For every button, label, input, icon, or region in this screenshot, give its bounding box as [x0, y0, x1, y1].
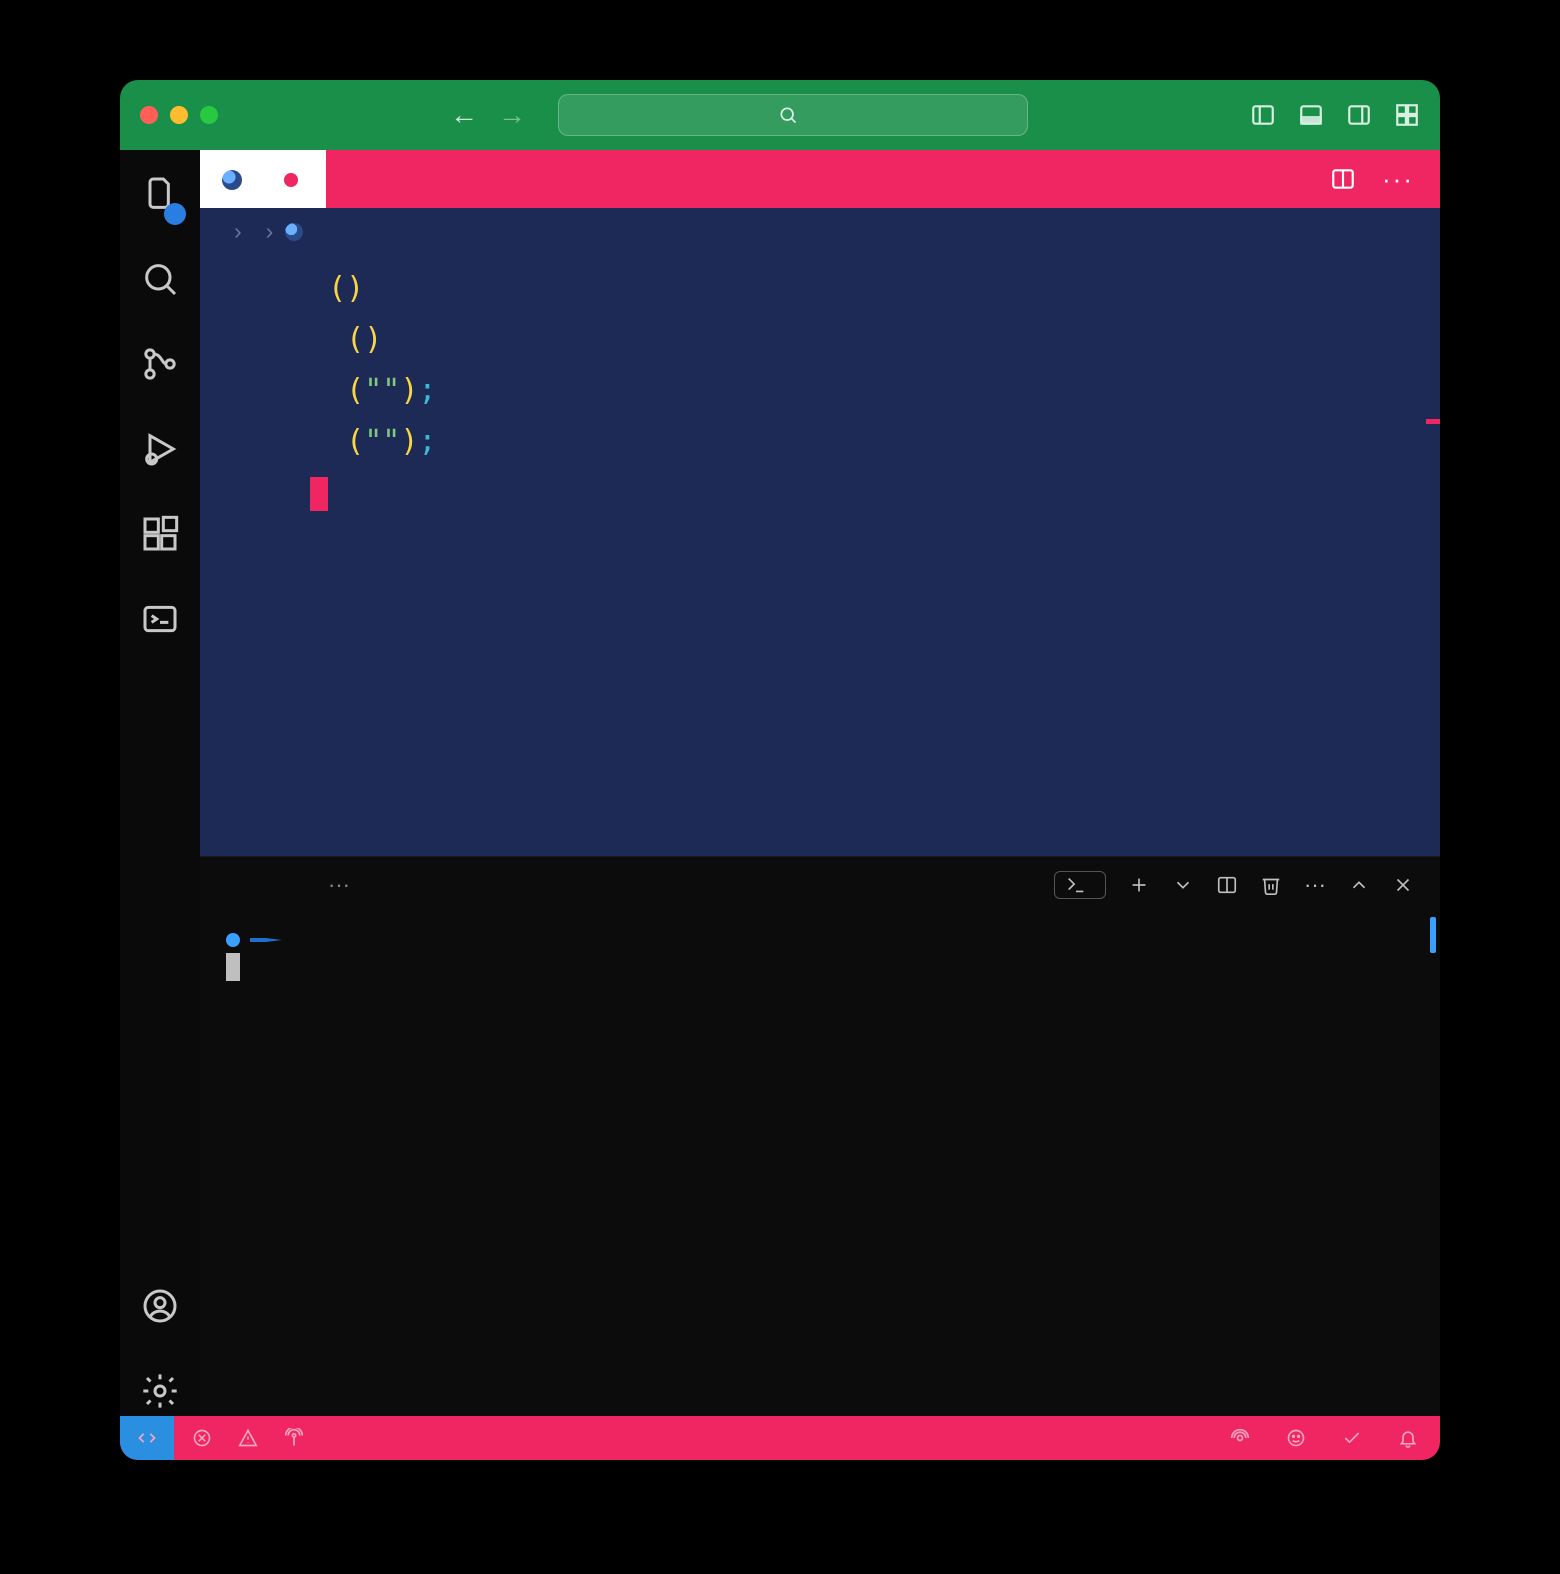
terminal-panel-icon[interactable] [140, 599, 180, 644]
vscode-window: ← → [120, 80, 1440, 1460]
prompt-path [250, 938, 282, 942]
more-panels-icon[interactable]: ··· [328, 872, 350, 898]
editor-group: ··· › › [200, 150, 1440, 1416]
code-content[interactable]: () () (""); (""); [310, 263, 1440, 856]
terminal-scrollbar[interactable] [1430, 917, 1436, 953]
command-center[interactable] [558, 94, 1028, 136]
trash-icon[interactable] [1260, 874, 1282, 896]
source-control-icon[interactable] [140, 344, 180, 389]
activity-bar [120, 150, 200, 1416]
status-warnings[interactable] [238, 1428, 264, 1448]
breadcrumb[interactable]: › › [200, 208, 1440, 255]
search-icon[interactable] [140, 259, 180, 304]
close-panel-icon[interactable] [1392, 874, 1414, 896]
lua-file-icon [285, 223, 303, 241]
terminal-shell-indicator[interactable] [1054, 871, 1106, 899]
more-actions-icon[interactable]: ··· [1382, 164, 1414, 195]
bottom-panel: ··· ··· [200, 856, 1440, 1416]
title-actions [1250, 102, 1420, 128]
explorer-icon[interactable] [140, 174, 180, 219]
settings-gear-icon[interactable] [140, 1371, 180, 1416]
extensions-icon[interactable] [140, 514, 180, 559]
explorer-badge [164, 203, 186, 225]
remote-indicator[interactable] [120, 1416, 174, 1460]
close-window-button[interactable] [140, 106, 158, 124]
nav-back-icon[interactable]: ← [450, 99, 478, 131]
editor-cursor [310, 477, 328, 511]
layout-sidebar-right-icon[interactable] [1346, 102, 1372, 128]
tab-main-lua[interactable] [200, 150, 326, 208]
run-debug-icon[interactable] [140, 429, 180, 474]
scrollbar-marker [1426, 419, 1440, 424]
nav-arrows: ← → [450, 99, 526, 131]
status-prettier[interactable] [1342, 1428, 1370, 1448]
titlebar: ← → [120, 80, 1440, 150]
split-editor-icon[interactable] [1330, 166, 1356, 192]
status-spell[interactable] [1286, 1428, 1314, 1448]
search-icon [778, 105, 798, 125]
line-gutter [200, 263, 310, 856]
status-notifications-icon[interactable] [1398, 1428, 1418, 1448]
workbench-body: ··· › › [120, 150, 1440, 1416]
tab-bar: ··· [200, 150, 1440, 208]
chevron-right-icon: › [234, 218, 242, 245]
terminal-cursor [226, 953, 240, 981]
split-terminal-icon[interactable] [1216, 874, 1238, 896]
code-editor[interactable]: () () (""); (""); [200, 255, 1440, 856]
maximize-window-button[interactable] [200, 106, 218, 124]
minimize-window-button[interactable] [170, 106, 188, 124]
nav-forward-icon[interactable]: → [498, 99, 526, 131]
panel-tabs: ··· ··· [200, 857, 1440, 899]
modified-indicator-icon [284, 173, 298, 187]
chevron-right-icon: › [266, 218, 274, 245]
layout-sidebar-left-icon[interactable] [1250, 102, 1276, 128]
status-errors[interactable] [192, 1428, 218, 1448]
status-ports[interactable] [284, 1428, 310, 1448]
prompt-status-icon [226, 933, 240, 947]
lua-file-icon [222, 170, 242, 190]
terminal[interactable] [200, 899, 1440, 1416]
window-controls [140, 106, 218, 124]
customize-layout-icon[interactable] [1394, 102, 1420, 128]
chevron-up-icon[interactable] [1348, 874, 1370, 896]
tab-actions: ··· [1330, 150, 1440, 208]
more-terminal-actions-icon[interactable]: ··· [1304, 872, 1326, 898]
status-bar [120, 1416, 1440, 1460]
status-golive[interactable] [1230, 1428, 1258, 1448]
layout-panel-icon[interactable] [1298, 102, 1324, 128]
new-terminal-icon[interactable] [1128, 874, 1150, 896]
chevron-down-icon[interactable] [1172, 874, 1194, 896]
accounts-icon[interactable] [140, 1286, 180, 1331]
